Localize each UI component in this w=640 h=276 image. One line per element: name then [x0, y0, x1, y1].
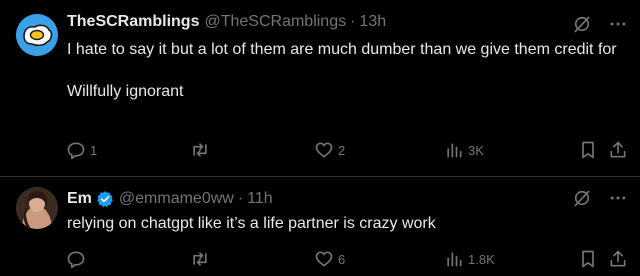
- tweet-top-icons: [572, 188, 628, 208]
- tweet-top-icons: [572, 14, 628, 34]
- tweet-paragraph: I hate to say it but a lot of them are m…: [67, 41, 617, 58]
- reply-icon: [67, 251, 85, 269]
- display-name[interactable]: TheSCRamblings: [67, 13, 199, 31]
- repost-button[interactable]: [190, 249, 214, 269]
- repost-icon: [193, 143, 207, 157]
- repost-button[interactable]: [190, 140, 214, 160]
- like-count: 2: [338, 142, 346, 158]
- views-count: 1.8K: [468, 251, 495, 267]
- grok-icon[interactable]: [572, 14, 592, 34]
- grok-icon[interactable]: [572, 188, 592, 208]
- tweet-text: relying on chatgpt like it’s a life part…: [67, 213, 627, 234]
- reply-icon: [67, 142, 85, 160]
- like-count: 6: [338, 251, 346, 267]
- profile-photo-avatar-icon: [16, 187, 58, 229]
- more-options-icon[interactable]: [608, 188, 628, 208]
- verified-badge-icon[interactable]: [96, 190, 114, 208]
- bookmark-icon: [582, 250, 594, 268]
- bookmark-button[interactable]: [578, 249, 598, 269]
- username[interactable]: @emmame0ww: [119, 190, 234, 208]
- like-button[interactable]: 6: [314, 249, 345, 269]
- tweet-paragraph: relying on chatgpt like it’s a life part…: [67, 215, 436, 232]
- bookmark-button[interactable]: [578, 140, 598, 160]
- reply-button[interactable]: [66, 249, 90, 269]
- views-icon: [447, 252, 462, 267]
- share-icon: [610, 141, 626, 158]
- tweet-text: I hate to say it but a lot of them are m…: [67, 39, 627, 102]
- views-icon: [447, 143, 462, 158]
- reply-count: 1: [90, 142, 98, 158]
- like-button[interactable]: 2: [314, 140, 345, 160]
- share-icon: [610, 250, 626, 267]
- tweet[interactable]: Em @emmame0ww · 11h relying on chatgpt l…: [0, 177, 640, 276]
- share-button[interactable]: [608, 249, 628, 269]
- tweet-header: Em @emmame0ww · 11h: [67, 190, 273, 208]
- tweet[interactable]: TheSCRamblings @TheSCRamblings · 13h I h…: [0, 0, 640, 176]
- display-name[interactable]: Em: [67, 190, 92, 208]
- separator-dot: ·: [237, 190, 244, 207]
- views-button[interactable]: 1.8K: [444, 249, 495, 269]
- tweet-header: TheSCRamblings @TheSCRamblings · 13h: [67, 13, 386, 31]
- more-options-icon[interactable]: [608, 14, 628, 34]
- heart-icon: [315, 142, 333, 158]
- action-bar: 6 1.8K: [62, 249, 632, 273]
- heart-icon: [315, 251, 333, 267]
- timestamp[interactable]: 11h: [247, 190, 273, 208]
- repost-icon: [193, 252, 207, 266]
- avatar[interactable]: [16, 14, 58, 56]
- username[interactable]: @TheSCRamblings: [204, 13, 346, 31]
- separator-dot: ·: [350, 13, 356, 30]
- views-count: 3K: [468, 142, 484, 158]
- tweet-paragraph: Willfully ignorant: [67, 83, 184, 100]
- bookmark-icon: [582, 141, 594, 159]
- avatar[interactable]: [16, 187, 58, 229]
- share-button[interactable]: [608, 140, 628, 160]
- action-bar: 1 2 3K: [62, 140, 632, 164]
- views-button[interactable]: 3K: [444, 140, 484, 160]
- timestamp[interactable]: 13h: [359, 13, 386, 31]
- fried-egg-avatar-icon: [16, 14, 58, 56]
- reply-button[interactable]: 1: [66, 140, 97, 160]
